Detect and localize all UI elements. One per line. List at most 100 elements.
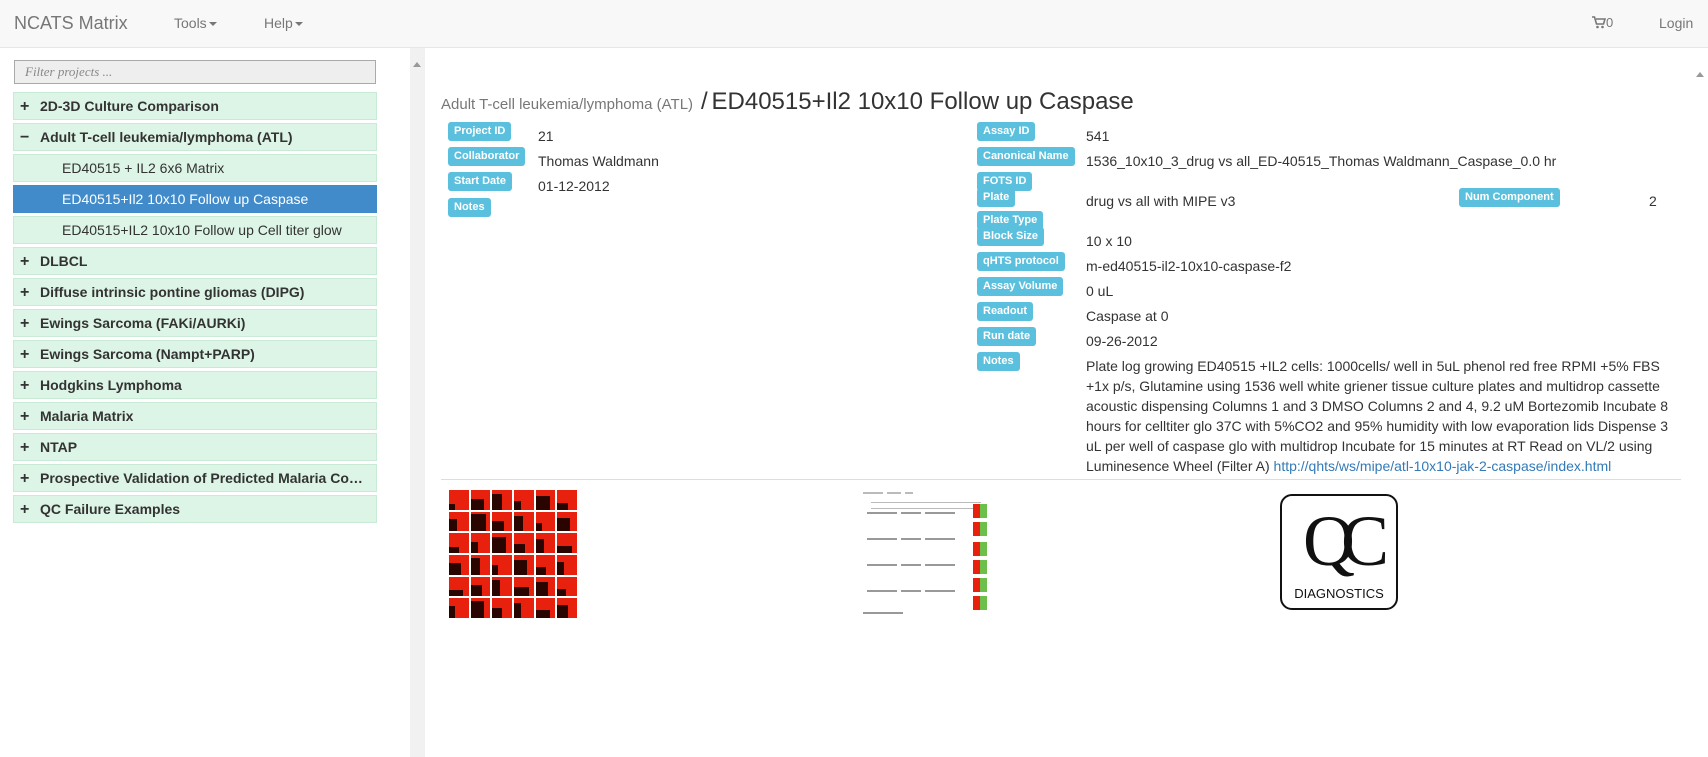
tree-item-2d-3d-culture[interactable]: +2D-3D Culture Comparison bbox=[13, 92, 377, 120]
expand-plus-icon[interactable]: + bbox=[20, 249, 40, 274]
tools-menu-label: Tools bbox=[174, 15, 207, 31]
heatmap-cell bbox=[470, 576, 491, 597]
heatmap-dark-block bbox=[449, 562, 461, 575]
expand-plus-icon[interactable]: + bbox=[20, 497, 40, 522]
tree-item-ewings-nampt[interactable]: + Ewings Sarcoma (Nampt+PARP) bbox=[13, 340, 377, 368]
heatmap-dark-block bbox=[492, 580, 501, 597]
heatmap-dark-block bbox=[557, 518, 571, 532]
assay-id-value: 541 bbox=[1086, 128, 1110, 144]
project-tree: +2D-3D Culture Comparison − Adult T-cell … bbox=[13, 92, 377, 526]
assay-volume-value: 0 uL bbox=[1086, 283, 1114, 299]
cart-button[interactable]: 0 bbox=[1592, 15, 1613, 30]
heatmap-dark-block bbox=[470, 557, 480, 575]
scroll-up-arrow-icon[interactable] bbox=[413, 62, 421, 67]
breadcrumb: Adult T-cell leukemia/lymphoma (ATL) / E… bbox=[441, 88, 1134, 116]
heatmap-cell bbox=[470, 511, 491, 532]
num-component-label: Num Component bbox=[1459, 188, 1560, 207]
tree-item-malaria[interactable]: + Malaria Matrix bbox=[13, 402, 377, 430]
main-scroll-up-arrow-icon[interactable] bbox=[1696, 72, 1704, 77]
tree-item-dlbcl[interactable]: + DLBCL bbox=[13, 247, 377, 275]
expand-plus-icon[interactable]: + bbox=[20, 373, 40, 398]
heatmap-dark-block bbox=[470, 600, 484, 618]
help-menu[interactable]: Help bbox=[264, 15, 303, 31]
sidebar-scrollbar[interactable] bbox=[410, 48, 425, 757]
matrix-heatmap-thumbnail[interactable] bbox=[449, 490, 577, 618]
brand-link[interactable]: NCATS Matrix bbox=[14, 13, 128, 34]
tree-item-label: NTAP bbox=[40, 439, 78, 455]
login-link[interactable]: Login bbox=[1659, 15, 1693, 31]
collapse-minus-icon[interactable]: − bbox=[20, 125, 40, 150]
tree-item-ed40515-cell-titer[interactable]: ED40515+IL2 10x10 Follow up Cell titer g… bbox=[13, 216, 377, 244]
heatmap-dark-block bbox=[557, 561, 565, 575]
heatmap-dark-block bbox=[513, 587, 529, 597]
heatmap-dark-block bbox=[535, 538, 544, 553]
tree-item-ntap[interactable]: + NTAP bbox=[13, 433, 377, 461]
heatmap-dark-block bbox=[492, 493, 503, 510]
tree-item-ed40515-6x6[interactable]: ED40515 + IL2 6x6 Matrix bbox=[13, 154, 377, 182]
qc-diagnostics-thumbnail[interactable]: QC DIAGNOSTICS bbox=[1280, 494, 1398, 610]
heatmap-dark-block bbox=[513, 543, 525, 553]
heatmap-cell bbox=[449, 533, 469, 553]
report-table-thumbnail[interactable] bbox=[861, 490, 991, 618]
expand-plus-icon[interactable]: + bbox=[20, 280, 40, 305]
heatmap-cell bbox=[557, 511, 577, 532]
heatmap-dark-block bbox=[535, 566, 546, 575]
heatmap-cell bbox=[535, 554, 556, 575]
expand-plus-icon[interactable]: + bbox=[20, 466, 40, 491]
tree-item-prospective-validation[interactable]: + Prospective Validation of Predicted Mal… bbox=[13, 464, 377, 492]
heatmap-dark-block bbox=[492, 536, 507, 553]
heatmap-cell bbox=[557, 490, 577, 510]
expand-plus-icon[interactable]: + bbox=[20, 311, 40, 336]
breadcrumb-parent-link[interactable]: Adult T-cell leukemia/lymphoma (ATL) bbox=[441, 96, 693, 113]
block-size-value: 10 x 10 bbox=[1086, 233, 1132, 249]
tree-item-dipg[interactable]: + Diffuse intrinsic pontine gliomas (DIPG… bbox=[13, 278, 377, 306]
readout-label: Readout bbox=[977, 302, 1033, 321]
heatmap-dark-block bbox=[513, 500, 521, 510]
tree-item-label: Malaria Matrix bbox=[40, 408, 134, 424]
heatmap-cell bbox=[449, 598, 469, 618]
collaborator-value: Thomas Waldmann bbox=[538, 153, 659, 169]
heatmap-dark-block bbox=[492, 521, 505, 532]
heatmap-dark-block bbox=[557, 502, 569, 510]
filter-projects-input[interactable] bbox=[14, 60, 376, 84]
expand-plus-icon[interactable]: + bbox=[20, 404, 40, 429]
heatmap-dark-block bbox=[470, 585, 482, 597]
assay-volume-label: Assay Volume bbox=[977, 277, 1064, 296]
project-id-label: Project ID bbox=[448, 122, 512, 141]
plate-value: drug vs all with MIPE v3 bbox=[1086, 193, 1236, 209]
heatmap-dark-block bbox=[449, 590, 463, 597]
tree-item-ed40515-caspase[interactable]: ED40515+Il2 10x10 Follow up Caspase bbox=[13, 185, 377, 213]
tools-menu[interactable]: Tools bbox=[174, 15, 217, 31]
start-date-value: 01-12-2012 bbox=[538, 178, 610, 194]
heatmap-dark-block bbox=[449, 605, 455, 618]
shopping-cart-icon bbox=[1592, 16, 1607, 29]
tree-item-label: 2D-3D Culture Comparison bbox=[40, 98, 219, 114]
tree-item-qc-failure[interactable]: + QC Failure Examples bbox=[13, 495, 377, 523]
heatmap-cell bbox=[492, 490, 512, 510]
heatmap-cell bbox=[470, 554, 491, 575]
qc-logo-text: DIAGNOSTICS bbox=[1294, 586, 1384, 601]
heatmap-dark-block bbox=[449, 546, 459, 553]
heatmap-dark-block bbox=[449, 519, 457, 532]
heatmap-dark-block bbox=[535, 523, 542, 532]
expand-plus-icon[interactable]: + bbox=[20, 94, 40, 119]
cart-count: 0 bbox=[1606, 15, 1614, 30]
canonical-name-value: 1536_10x10_3_drug vs all_ED-40515_Thomas… bbox=[1086, 153, 1557, 169]
heatmap-cell bbox=[557, 554, 577, 575]
heatmap-dark-block bbox=[513, 602, 521, 618]
canonical-name-label: Canonical Name bbox=[977, 147, 1075, 166]
heatmap-cell bbox=[449, 511, 469, 532]
heatmap-cell bbox=[513, 511, 534, 532]
tree-item-label: Hodgkins Lymphoma bbox=[40, 377, 182, 393]
expand-plus-icon[interactable]: + bbox=[20, 435, 40, 460]
heatmap-dark-block bbox=[557, 545, 573, 553]
tree-item-hodgkins[interactable]: + Hodgkins Lymphoma bbox=[13, 371, 377, 399]
tree-item-atl[interactable]: − Adult T-cell leukemia/lymphoma (ATL) bbox=[13, 123, 377, 151]
assay-notes-link[interactable]: http://qhts/ws/mipe/atl-10x10-jak-2-casp… bbox=[1274, 458, 1612, 474]
tree-item-ewings-faki[interactable]: + Ewings Sarcoma (FAKi/AURKi) bbox=[13, 309, 377, 337]
heatmap-cell bbox=[492, 533, 512, 553]
heatmap-cell bbox=[513, 576, 534, 597]
help-menu-label: Help bbox=[264, 15, 293, 31]
project-id-value: 21 bbox=[538, 128, 554, 144]
expand-plus-icon[interactable]: + bbox=[20, 342, 40, 367]
